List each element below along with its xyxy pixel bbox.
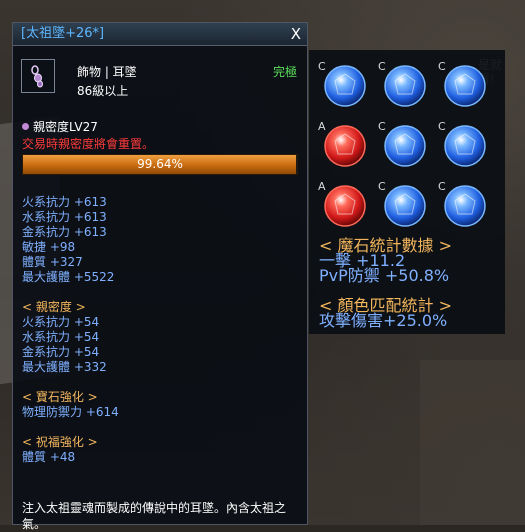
gem-grade-letter: C bbox=[378, 60, 386, 73]
stat-row: 金系抗力 +54 bbox=[22, 345, 100, 359]
progress-text: 99.64% bbox=[137, 157, 183, 171]
color-match-stats: < 顏色匹配統計 > 攻擊傷害+25.0% bbox=[319, 298, 452, 330]
gem-grade-letter: C bbox=[318, 60, 326, 73]
stat-row: 水系抗力 +54 bbox=[22, 330, 100, 344]
stat-row: 金系抗力 +613 bbox=[22, 225, 107, 239]
gem-grade-letter: C bbox=[438, 120, 446, 133]
intimacy-level: 親密度LV27 bbox=[22, 118, 98, 135]
intimacy-level-text: 親密度LV27 bbox=[33, 120, 98, 134]
item-description: 注入太祖靈魂而製成的傳說中的耳墜。內含太祖之氣。 bbox=[22, 501, 287, 531]
blue-gem-icon: C bbox=[438, 120, 487, 168]
blue-gem-icon: C bbox=[438, 180, 487, 228]
intimacy-dot-icon bbox=[22, 123, 29, 130]
stat-row: 敏捷 +98 bbox=[22, 240, 76, 254]
stat-row: 最大護體 +332 bbox=[22, 360, 107, 374]
stat-row: 體質 +327 bbox=[22, 255, 83, 269]
stat-row: 攻擊傷害+25.0% bbox=[319, 311, 448, 330]
base-stats: 火系抗力 +613 水系抗力 +613 金系抗力 +613 敏捷 +98 體質 … bbox=[22, 195, 114, 285]
earring-icon bbox=[21, 59, 55, 93]
gem-enhance-header: < 寶石強化 > bbox=[22, 390, 98, 404]
stat-row: 物理防禦力 +614 bbox=[22, 405, 119, 419]
item-level-requirement: 86級以上 bbox=[77, 84, 129, 98]
gem-grade-letter: A bbox=[318, 120, 326, 133]
blue-gem-icon: C bbox=[378, 60, 427, 108]
gem-panel: C C C A C C A C C < 魔石統計數據 > 一擊 +11.2 PvP防禦 +50.… bbox=[309, 50, 505, 334]
red-gem-icon: A bbox=[318, 180, 367, 228]
gem-grade-letter: C bbox=[378, 120, 386, 133]
blue-gem-icon: C bbox=[378, 120, 427, 168]
bless-enhance-header: < 祝福強化 > bbox=[22, 435, 98, 449]
stone-block bbox=[420, 360, 525, 525]
stat-row: 火系抗力 +54 bbox=[22, 315, 100, 329]
trade-warning: 交易時親密度將會重置。 bbox=[22, 137, 155, 151]
stat-row: 體質 +48 bbox=[22, 450, 76, 464]
item-grade: 完極 bbox=[273, 65, 298, 79]
magic-stone-stats: < 魔石統計數據 > 一擊 +11.2 PvP防禦 +50.8% bbox=[319, 238, 452, 285]
item-type: 飾物 | 耳墜 bbox=[77, 65, 137, 79]
bless-enhance-stats: < 祝福強化 > 體質 +48 bbox=[22, 435, 98, 465]
item-tooltip: [太祖墜+26*] X 飾物 | 耳墜 86級以上 完極 親密度LV27 交易時… bbox=[12, 22, 308, 531]
tooltip-title-bar: [太祖墜+26*] X bbox=[13, 23, 307, 46]
blue-gem-icon: C bbox=[438, 60, 487, 108]
intimacy-section-header: < 親密度 > bbox=[22, 300, 86, 314]
red-gem-icon: A bbox=[318, 120, 367, 168]
gem-grade-letter: C bbox=[378, 180, 386, 193]
stat-row: 水系抗力 +613 bbox=[22, 210, 107, 224]
stat-row: PvP防禦 +50.8% bbox=[319, 266, 450, 285]
intimacy-stats: < 親密度 > 火系抗力 +54 水系抗力 +54 金系抗力 +54 最大護體 … bbox=[22, 300, 107, 375]
stat-row: 最大護體 +5522 bbox=[22, 270, 115, 284]
gem-grade-letter: A bbox=[318, 180, 326, 193]
gem-grade-letter: C bbox=[438, 180, 446, 193]
stat-row: 火系抗力 +613 bbox=[22, 195, 107, 209]
intimacy-progress-bar: 99.64% bbox=[22, 154, 298, 175]
gem-enhance-stats: < 寶石強化 > 物理防禦力 +614 bbox=[22, 390, 119, 420]
blue-gem-icon: C bbox=[378, 180, 427, 228]
close-button[interactable]: X bbox=[291, 23, 301, 45]
item-name: [太祖墜+26*] bbox=[21, 26, 105, 41]
gem-grade-letter: C bbox=[438, 60, 446, 73]
blue-gem-icon: C bbox=[318, 60, 367, 108]
